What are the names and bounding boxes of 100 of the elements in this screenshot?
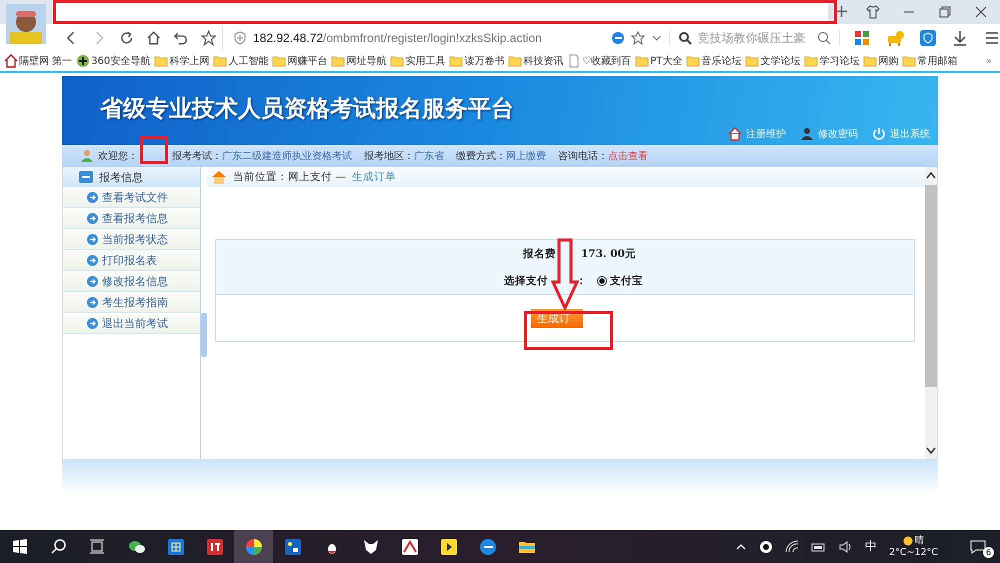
url-text[interactable]: 182.92.48.72/ombmfront/register/login!xzksSkip.action	[252, 30, 606, 44]
bookmark[interactable]: 网赚平台	[272, 54, 328, 68]
radio-button[interactable]	[597, 276, 607, 286]
speaker-icon[interactable]	[839, 540, 854, 554]
search-icon[interactable]	[50, 538, 68, 556]
sidebar-item[interactable]: 考生报考指南	[63, 292, 200, 313]
input-method-indicator[interactable]: 中	[865, 538, 878, 555]
player-icon[interactable]	[440, 538, 458, 556]
bookmark[interactable]: 网址导航	[331, 54, 386, 68]
scroll-down-icon[interactable]	[926, 447, 936, 455]
folder-icon	[863, 54, 878, 68]
grid-app-icon[interactable]	[166, 538, 184, 556]
new-tab-button[interactable]: +	[834, 3, 848, 21]
menu-icon[interactable]	[984, 30, 1000, 46]
bookmark[interactable]: 读万卷书	[449, 54, 504, 68]
bookmark[interactable]: 学习论坛	[804, 54, 860, 68]
start-icon[interactable]	[10, 538, 28, 556]
sidebar-item[interactable]: 查看报考信息	[63, 208, 200, 229]
gateway-label: 选择支付	[504, 274, 548, 288]
bookmark[interactable]: 人工智能	[213, 54, 268, 68]
bookmark[interactable]: PT大全	[635, 54, 682, 68]
star-icon[interactable]	[631, 30, 646, 44]
scrollbar[interactable]	[925, 167, 937, 459]
folder-icon	[635, 54, 650, 68]
folder-icon	[804, 54, 818, 68]
folder-icon	[508, 54, 522, 68]
picture-app-icon[interactable]	[284, 538, 302, 556]
splitter-handle[interactable]	[201, 313, 207, 357]
bookmark[interactable]: 科学上网	[154, 54, 210, 68]
folder-icon	[902, 54, 916, 68]
sidebar-item[interactable]: 退出当前考试	[63, 313, 200, 334]
collapse-icon	[79, 171, 93, 183]
sidebar-item[interactable]: 当前报考状态	[63, 229, 200, 250]
star-icon[interactable]	[200, 30, 216, 46]
folder-icon	[686, 54, 700, 68]
sidebar-item[interactable]: 查看考试文件	[63, 187, 200, 208]
bookmark[interactable]: 360安全导航	[76, 54, 150, 68]
user-icon	[800, 127, 814, 141]
info-value: 广东二级建造师执业资格考试	[222, 150, 352, 163]
plus-badge-icon	[76, 54, 90, 68]
sun-icon	[902, 536, 913, 546]
shield-icon[interactable]	[920, 30, 936, 46]
arrow-circle-icon	[87, 254, 98, 266]
radio-option[interactable]: 支付宝	[597, 274, 643, 288]
info-value: 广东省	[414, 150, 444, 163]
info-value: 网上缴费	[506, 150, 546, 163]
download-icon[interactable]	[952, 30, 968, 46]
bookmark[interactable]: ♡收藏到百	[567, 54, 632, 68]
task-view-icon[interactable]	[88, 538, 106, 556]
color-wheel-icon[interactable]	[244, 538, 262, 556]
welcome-label: 欢迎您：	[98, 150, 138, 163]
battery-icon[interactable]	[811, 540, 828, 552]
power-icon	[872, 127, 886, 141]
sidebar-item[interactable]: 打印报名表	[63, 250, 200, 271]
arrow-circle-icon	[87, 276, 98, 286]
tile-app-icon[interactable]	[206, 538, 224, 556]
shield-icon	[232, 30, 247, 44]
more-bookmarks-button[interactable]: »	[986, 56, 992, 66]
scroll-up-icon[interactable]	[926, 171, 936, 179]
fox-icon[interactable]	[362, 538, 380, 556]
roof-app-icon[interactable]	[400, 538, 418, 556]
info-label: 报考考试：	[172, 150, 222, 163]
info-label: 缴费方式：	[456, 150, 506, 163]
close-icon[interactable]	[974, 5, 988, 19]
wifi-icon[interactable]	[785, 540, 800, 554]
bookmark[interactable]: 隔壁网 第一	[4, 54, 72, 68]
user-icon	[80, 149, 94, 163]
arrow-circle-icon	[87, 234, 98, 244]
site-title: 省级专业技术人员资格考试报名服务平台	[100, 95, 514, 124]
fee-amount: 173. 00元	[581, 246, 636, 260]
avatar-icon[interactable]	[6, 4, 46, 44]
bookmark[interactable]: 常用邮箱	[902, 54, 958, 68]
page-icon	[567, 54, 582, 68]
bookmark[interactable]: 实用工具	[390, 54, 446, 68]
sidebar-title: 报考信息	[99, 170, 143, 184]
info-label: 报考地区：	[364, 150, 414, 163]
tiles-icon[interactable]	[854, 30, 870, 46]
bookmark[interactable]: 网购	[863, 54, 898, 68]
bookmark[interactable]: 音乐论坛	[686, 54, 742, 68]
bookmark[interactable]: 文学论坛	[745, 54, 800, 68]
home-icon[interactable]	[146, 30, 162, 46]
sidebar-item[interactable]: 修改报名信息	[63, 271, 200, 292]
folder-icon	[449, 54, 464, 68]
arrow-circle-icon	[87, 318, 98, 328]
tray-app-icon[interactable]	[759, 540, 774, 554]
shirt-icon[interactable]	[866, 5, 880, 19]
home-icon	[211, 170, 227, 184]
undo-icon[interactable]	[173, 30, 189, 46]
arrow-circle-icon	[87, 296, 98, 308]
search-icon	[678, 30, 692, 44]
weather-widget[interactable]: 晴 2°C~12°C	[889, 534, 938, 558]
bookmark[interactable]: 科技资讯	[508, 54, 564, 68]
reload-icon[interactable]	[118, 30, 134, 46]
arrow-circle-icon	[87, 212, 98, 224]
folder-icon	[745, 54, 760, 68]
highlight-box	[140, 136, 168, 164]
address-bar[interactable]: 182.92.48.72/ombmfront/register/login!xzksSkip.action	[222, 26, 646, 50]
breadcrumb-label: 当前位置：网上支付 —	[233, 170, 346, 184]
restore-icon[interactable]	[938, 5, 952, 19]
home-icon	[728, 127, 742, 141]
